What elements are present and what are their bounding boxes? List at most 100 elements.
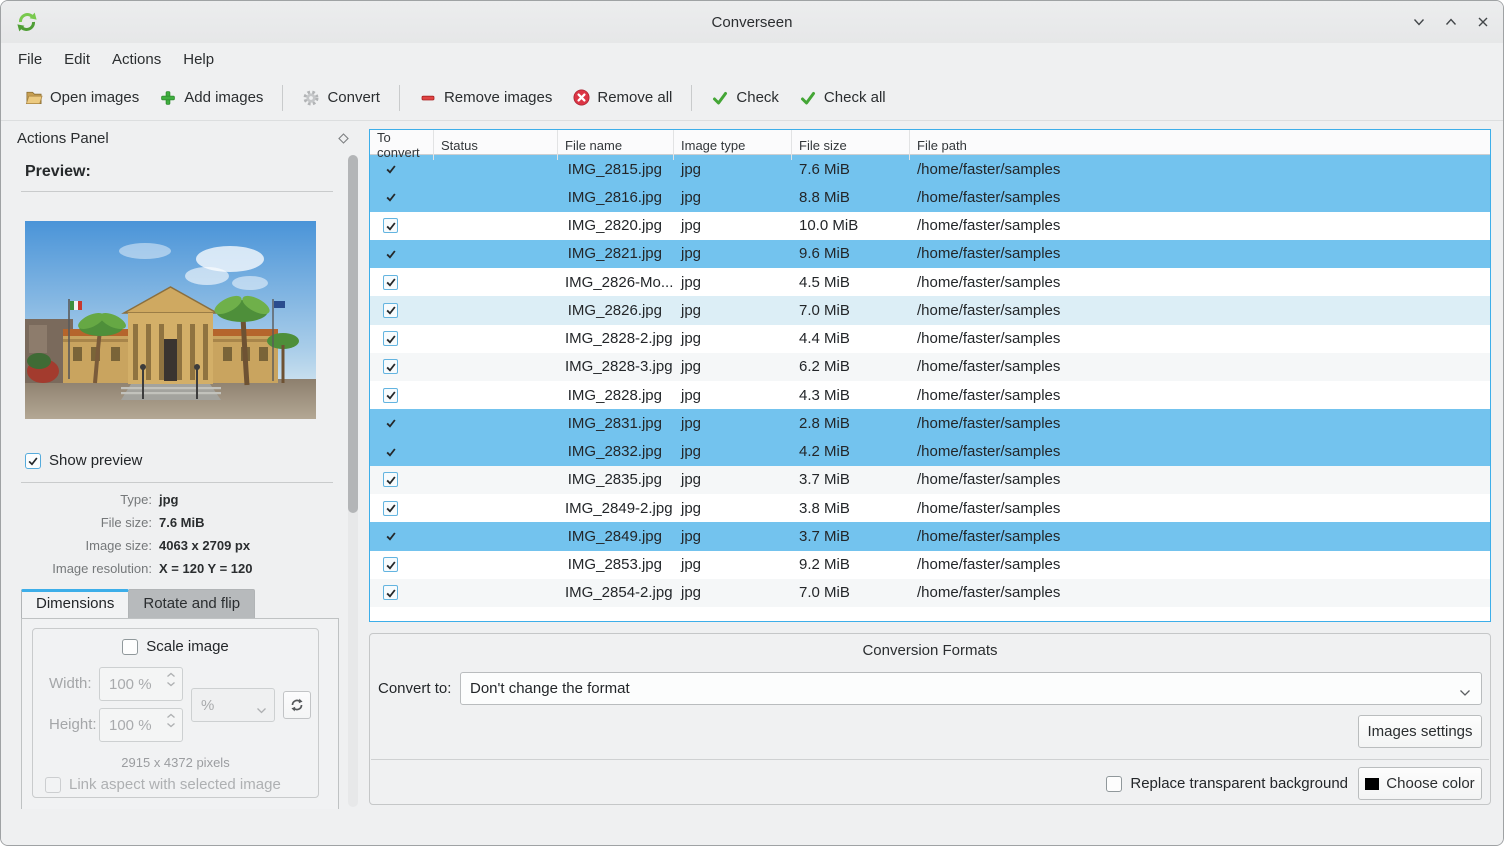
open-images-icon	[25, 89, 43, 107]
tab-rotate-and-flip[interactable]: Rotate and flip	[129, 589, 255, 619]
remove-images-label: Remove images	[444, 89, 552, 106]
check-button[interactable]: Check	[701, 82, 789, 114]
remove-images-button[interactable]: Remove images	[409, 82, 562, 114]
scrollbar-handle[interactable]	[348, 155, 358, 513]
row-checkbox[interactable]	[383, 557, 398, 572]
row-checkbox[interactable]	[383, 303, 398, 318]
cell-file-name: IMG_2826-Mo...	[558, 274, 674, 291]
chevron-down-icon	[256, 701, 267, 718]
table-row[interactable]: IMG_2835.jpg jpg 3.7 MiB /home/faster/sa…	[370, 466, 1490, 494]
column-status[interactable]: Status	[434, 130, 558, 160]
row-checkbox[interactable]	[383, 331, 398, 346]
show-preview-checkbox[interactable]: Show preview	[25, 452, 142, 469]
row-checkbox[interactable]	[383, 246, 398, 261]
column-image-type[interactable]: Image type	[674, 130, 792, 160]
cell-file-path: /home/faster/samples	[910, 217, 1490, 234]
cell-file-name: IMG_2828-2.jpg	[558, 330, 674, 347]
convert-icon	[302, 89, 320, 107]
remove-all-button[interactable]: Remove all	[562, 82, 682, 114]
row-checkbox[interactable]	[383, 444, 398, 459]
table-row[interactable]: IMG_2816.jpg jpg 8.8 MiB /home/faster/sa…	[370, 183, 1490, 211]
check-all-label: Check all	[824, 89, 886, 106]
row-checkbox[interactable]	[383, 416, 398, 431]
table-row[interactable]: IMG_2828-2.jpg jpg 4.4 MiB /home/faster/…	[370, 325, 1490, 353]
width-spinbox[interactable]: 100 %	[99, 667, 183, 701]
dimensions-pane: Scale image Width: 100 % Height: 100 %	[21, 618, 339, 809]
cell-file-path: /home/faster/samples	[910, 330, 1490, 347]
height-label: Height:	[49, 716, 97, 733]
format-combobox[interactable]: Don't change the format	[460, 672, 1482, 705]
table-row[interactable]: IMG_2828-3.jpg jpg 6.2 MiB /home/faster/…	[370, 353, 1490, 381]
add-images-button[interactable]: Add images	[149, 82, 273, 114]
tab-dimensions[interactable]: Dimensions	[21, 589, 129, 619]
actions-panel: Actions Panel Preview:	[1, 122, 363, 809]
pixels-text: 2915 x 4372 pixels	[33, 755, 318, 770]
unit-combobox[interactable]: %	[191, 688, 275, 722]
float-panel-icon[interactable]	[338, 131, 349, 149]
images-settings-button[interactable]: Images settings	[1358, 715, 1482, 748]
row-checkbox[interactable]	[383, 275, 398, 290]
checkbox-disabled	[45, 777, 61, 793]
table-row[interactable]: IMG_2828.jpg jpg 4.3 MiB /home/faster/sa…	[370, 381, 1490, 409]
row-checkbox[interactable]	[383, 190, 398, 205]
cell-image-type: jpg	[674, 161, 792, 178]
replace-background-checkbox[interactable]: Replace transparent background	[1106, 767, 1348, 800]
row-checkbox[interactable]	[383, 529, 398, 544]
table-row[interactable]: IMG_2826.jpg jpg 7.0 MiB /home/faster/sa…	[370, 296, 1490, 324]
toolbar-separator	[691, 85, 692, 111]
cell-image-type: jpg	[674, 528, 792, 545]
row-checkbox[interactable]	[383, 162, 398, 177]
table-row[interactable]: IMG_2826-Mo... jpg 4.5 MiB /home/faster/…	[370, 268, 1490, 296]
file-table-body: IMG_2815.jpg jpg 7.6 MiB /home/faster/sa…	[370, 155, 1490, 607]
height-spinbox[interactable]: 100 %	[99, 708, 183, 742]
cell-file-path: /home/faster/samples	[910, 274, 1490, 291]
menu-edit[interactable]: Edit	[53, 47, 101, 72]
table-row[interactable]: IMG_2832.jpg jpg 4.2 MiB /home/faster/sa…	[370, 438, 1490, 466]
row-checkbox[interactable]	[383, 501, 398, 516]
choose-color-button[interactable]: Choose color	[1358, 767, 1482, 800]
open-images-button[interactable]: Open images	[15, 82, 149, 114]
row-checkbox[interactable]	[383, 388, 398, 403]
maximize-button[interactable]	[1443, 14, 1459, 30]
reset-dimensions-button[interactable]	[283, 691, 311, 719]
column-file-size[interactable]: File size	[792, 130, 910, 160]
cell-image-type: jpg	[674, 330, 792, 347]
column-to-convert[interactable]: To convert	[370, 130, 434, 160]
cell-file-size: 9.6 MiB	[792, 245, 910, 262]
row-checkbox[interactable]	[383, 472, 398, 487]
toolbar: Open images Add images Convert	[1, 75, 1503, 121]
scale-image-checkbox[interactable]: Scale image	[33, 638, 318, 655]
table-row[interactable]: IMG_2849.jpg jpg 3.7 MiB /home/faster/sa…	[370, 522, 1490, 550]
table-row[interactable]: IMG_2849-2.jpg jpg 3.8 MiB /home/faster/…	[370, 494, 1490, 522]
add-images-label: Add images	[184, 89, 263, 106]
check-icon	[385, 417, 397, 429]
table-row[interactable]: IMG_2853.jpg jpg 9.2 MiB /home/faster/sa…	[370, 551, 1490, 579]
close-button[interactable]	[1475, 14, 1491, 30]
column-file-name[interactable]: File name	[558, 130, 674, 160]
table-row[interactable]: IMG_2820.jpg jpg 10.0 MiB /home/faster/s…	[370, 212, 1490, 240]
cell-file-path: /home/faster/samples	[910, 471, 1490, 488]
column-file-path[interactable]: File path	[910, 130, 1490, 160]
panel-scrollbar[interactable]	[348, 155, 358, 807]
cell-image-type: jpg	[674, 471, 792, 488]
row-checkbox[interactable]	[383, 359, 398, 374]
menu-help[interactable]: Help	[172, 47, 225, 72]
check-all-button[interactable]: Check all	[789, 82, 896, 114]
cell-file-size: 3.8 MiB	[792, 500, 910, 517]
table-row[interactable]: IMG_2854-2.jpg jpg 7.0 MiB /home/faster/…	[370, 579, 1490, 607]
row-checkbox[interactable]	[383, 585, 398, 600]
table-row[interactable]: IMG_2821.jpg jpg 9.6 MiB /home/faster/sa…	[370, 240, 1490, 268]
table-row[interactable]: IMG_2831.jpg jpg 2.8 MiB /home/faster/sa…	[370, 409, 1490, 437]
cell-file-name: IMG_2820.jpg	[558, 217, 674, 234]
divider	[21, 191, 333, 192]
menu-actions[interactable]: Actions	[101, 47, 172, 72]
link-aspect-checkbox[interactable]: Link aspect with selected image	[45, 776, 281, 793]
cell-image-type: jpg	[674, 500, 792, 517]
convert-to-label: Convert to:	[378, 672, 451, 705]
preview-image	[25, 221, 316, 419]
convert-button[interactable]: Convert	[292, 82, 390, 114]
row-checkbox[interactable]	[383, 218, 398, 233]
window-title: Converseen	[1, 1, 1503, 43]
minimize-button[interactable]	[1411, 14, 1427, 30]
menu-file[interactable]: File	[7, 47, 53, 72]
